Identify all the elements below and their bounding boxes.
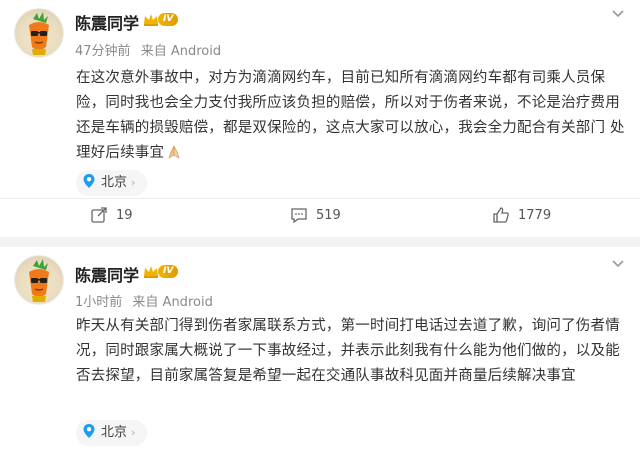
level-badge: IV — [158, 265, 179, 278]
post-text: 昨天从有关部门得到伤者家属联系方式，第一时间打电话过去道了歉，询问了伤者情况，同… — [76, 318, 620, 384]
comment-count: 519 — [316, 207, 341, 223]
chevron-right-icon: › — [131, 176, 136, 189]
repost-count: 19 — [116, 207, 133, 223]
location-tag[interactable]: 北京 › — [76, 420, 148, 446]
location-pin-icon — [83, 424, 95, 438]
like-count: 1779 — [518, 207, 552, 223]
post-text: 在这次意外事故中，对方为滴滴网约车，目前已知所有滴滴网约车都有司乘人员保险，同时… — [76, 70, 625, 161]
post-source: 来自 Android — [140, 44, 222, 59]
location-pin-icon — [83, 174, 95, 188]
post-meta: 1小时前 来自 Android — [75, 291, 213, 310]
carrot-avatar-icon — [29, 12, 49, 55]
user-name[interactable]: 陈震同学 — [75, 10, 139, 34]
repost-button[interactable]: 19 — [90, 205, 133, 225]
pray-hands-icon — [168, 145, 180, 159]
crown-icon — [144, 266, 158, 278]
location-label: 北京 — [101, 425, 128, 440]
repost-icon — [91, 207, 107, 223]
post-time: 1小时前 — [75, 295, 123, 310]
post-time: 47分钟前 — [75, 44, 131, 59]
avatar[interactable] — [14, 255, 64, 305]
comment-icon — [291, 208, 307, 224]
location-label: 北京 — [101, 175, 128, 190]
chevron-down-icon[interactable] — [610, 258, 626, 270]
level-badge: IV — [158, 13, 179, 26]
crown-icon — [144, 14, 158, 26]
like-button[interactable]: 1779 — [492, 205, 551, 225]
thumbs-up-icon — [493, 207, 509, 223]
avatar[interactable] — [14, 8, 64, 58]
user-name[interactable]: 陈震同学 — [75, 262, 139, 286]
comment-button[interactable]: 519 — [290, 205, 341, 225]
weibo-post: 陈震同学 IV 47分钟前 来自 Android 在这次意外事故中，对方为滴滴网… — [0, 0, 640, 237]
chevron-down-icon[interactable] — [610, 8, 626, 20]
post-source: 来自 Android — [132, 295, 213, 310]
carrot-avatar-icon — [29, 259, 49, 302]
location-tag[interactable]: 北京 › — [76, 170, 148, 196]
divider — [0, 198, 640, 199]
chevron-right-icon: › — [131, 426, 136, 439]
post-meta: 47分钟前 来自 Android — [75, 40, 221, 59]
